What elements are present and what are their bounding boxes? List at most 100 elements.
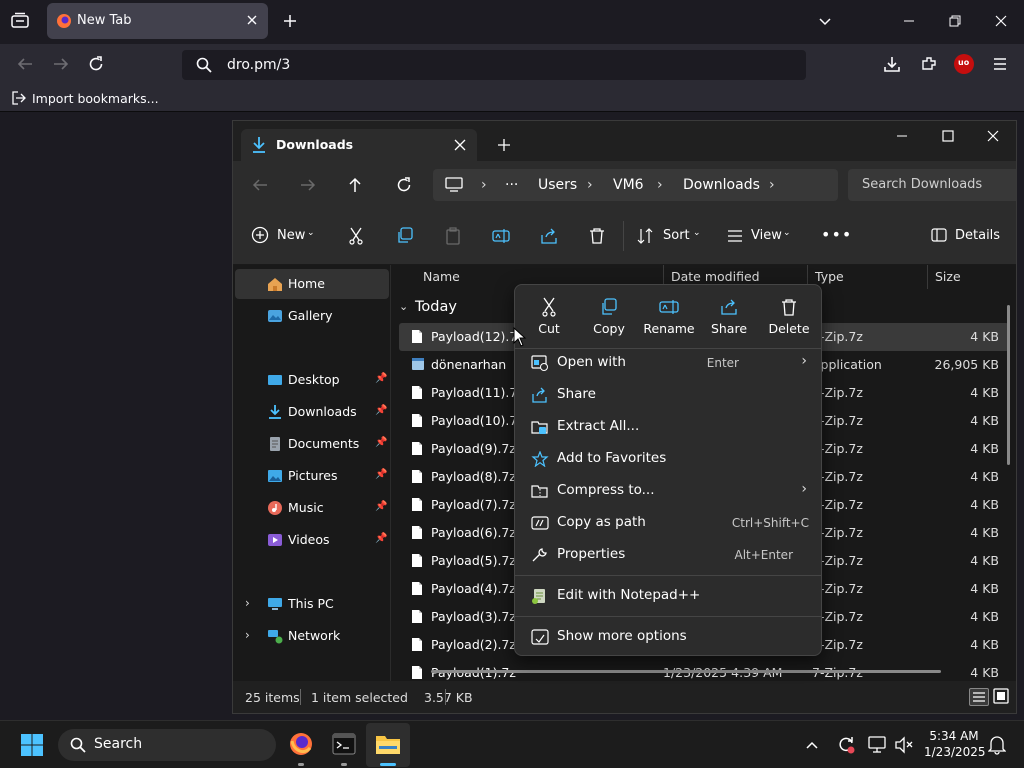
nav-item-music[interactable]: Music 📌 bbox=[235, 493, 389, 523]
delete-icon[interactable] bbox=[588, 227, 606, 245]
file-icon bbox=[411, 637, 423, 652]
copy-icon[interactable] bbox=[396, 227, 414, 245]
menu-item-edit-with-notepad[interactable]: Edit with Notepad++ bbox=[521, 580, 815, 612]
breadcrumb-users[interactable]: Users bbox=[538, 177, 577, 193]
view-button[interactable]: View ⌄ bbox=[727, 226, 797, 246]
sync-error-icon[interactable] bbox=[836, 735, 856, 755]
close-explorer-tab-icon[interactable] bbox=[453, 138, 467, 152]
new-tab-plus-icon[interactable] bbox=[282, 13, 298, 29]
vertical-scrollbar[interactable] bbox=[1007, 305, 1010, 465]
start-windows-icon[interactable] bbox=[20, 733, 44, 757]
rename-icon[interactable] bbox=[492, 227, 510, 245]
column-header-type[interactable]: Type bbox=[815, 269, 844, 284]
quick-cut-button[interactable]: Cut bbox=[519, 293, 579, 343]
quick-share-button[interactable]: Share bbox=[699, 293, 759, 343]
import-bookmarks-link[interactable]: Import bookmarks... bbox=[32, 91, 159, 106]
close-window-icon[interactable] bbox=[994, 14, 1008, 28]
expand-chevron-icon[interactable]: › bbox=[245, 596, 250, 610]
sort-button[interactable]: Sort ⌄ bbox=[637, 226, 707, 246]
taskbar-firefox-icon[interactable] bbox=[288, 731, 314, 757]
menu-hamburger-icon[interactable] bbox=[992, 56, 1008, 72]
menu-item-show-more-options[interactable]: Show more options bbox=[521, 621, 815, 653]
computer-icon bbox=[445, 177, 463, 193]
quick-delete-button[interactable]: Delete bbox=[759, 293, 819, 343]
menu-item-copy-as-path[interactable]: Copy as path Ctrl+Shift+C bbox=[521, 507, 815, 539]
list-tabs-chevron-icon[interactable] bbox=[818, 14, 832, 28]
breadcrumb-more[interactable]: ··· bbox=[505, 177, 518, 193]
notification-bell-icon[interactable] bbox=[988, 735, 1006, 755]
pin-icon: 📌 bbox=[375, 469, 388, 480]
explorer-close-icon[interactable] bbox=[986, 129, 1000, 143]
network-wired-icon[interactable] bbox=[868, 736, 888, 754]
nav-item-videos[interactable]: Videos 📌 bbox=[235, 525, 389, 555]
nav-item-documents[interactable]: Documents 📌 bbox=[235, 429, 389, 459]
explorer-address-bar[interactable]: › ··· Users › VM6 › Downloads › bbox=[433, 169, 838, 201]
file-icon bbox=[411, 497, 423, 512]
details-view-toggle[interactable] bbox=[969, 688, 989, 706]
menu-item-extract-all[interactable]: Extract All... bbox=[521, 411, 815, 443]
new-explorer-tab-plus-icon[interactable] bbox=[497, 138, 511, 152]
file-name: Payload(3).7z bbox=[431, 609, 516, 624]
column-header-name[interactable]: Name bbox=[423, 269, 460, 284]
nav-item-this-pc[interactable]: › This PC bbox=[235, 589, 389, 619]
show-hidden-icons-chevron-icon[interactable] bbox=[805, 738, 819, 752]
share-icon bbox=[532, 387, 547, 403]
nav-item-home[interactable]: Home bbox=[235, 269, 389, 299]
explorer-maximize-icon[interactable] bbox=[941, 129, 955, 143]
restore-icon[interactable] bbox=[948, 14, 962, 28]
documents-icon bbox=[270, 437, 280, 451]
menu-item-properties[interactable]: Properties Alt+Enter bbox=[521, 539, 815, 571]
explorer-refresh-icon[interactable] bbox=[395, 176, 413, 194]
back-arrow-icon[interactable] bbox=[16, 56, 34, 72]
share-icon[interactable] bbox=[540, 227, 558, 245]
nav-item-desktop[interactable]: Desktop 📌 bbox=[235, 365, 389, 395]
explorer-search-box[interactable]: Search Downloads bbox=[848, 169, 1016, 201]
menu-item-share[interactable]: Share bbox=[521, 379, 815, 411]
explorer-back-icon[interactable] bbox=[251, 177, 269, 193]
nav-item-gallery[interactable]: Gallery bbox=[235, 301, 389, 331]
ublock-extension-icon[interactable]: uo bbox=[954, 54, 974, 74]
bookmarks-bar: Import bookmarks... bbox=[0, 86, 1024, 112]
quick-copy-button[interactable]: Copy bbox=[579, 293, 639, 343]
explorer-minimize-icon[interactable] bbox=[895, 129, 909, 143]
tab-list-icon[interactable] bbox=[10, 12, 30, 30]
details-button[interactable]: Details bbox=[931, 226, 1013, 246]
nav-item-pictures[interactable]: Pictures 📌 bbox=[235, 461, 389, 491]
nav-item-downloads[interactable]: Downloads 📌 bbox=[235, 397, 389, 427]
forward-arrow-icon[interactable] bbox=[52, 56, 70, 72]
column-header-size[interactable]: Size bbox=[935, 269, 961, 284]
volume-muted-icon[interactable] bbox=[894, 736, 914, 754]
close-tab-icon[interactable] bbox=[245, 13, 259, 27]
explorer-forward-icon[interactable] bbox=[299, 177, 317, 193]
url-bar[interactable]: dro.pm/3 bbox=[182, 50, 806, 80]
column-header-date[interactable]: Date modified bbox=[671, 269, 760, 284]
file-size: 4 KB bbox=[970, 525, 999, 540]
cut-icon[interactable] bbox=[347, 227, 365, 245]
explorer-tab-downloads[interactable]: Downloads bbox=[241, 129, 477, 161]
paste-icon[interactable] bbox=[444, 227, 462, 245]
taskbar-clock[interactable]: 5:34 AM 1/23/2025 bbox=[924, 728, 986, 760]
taskbar-search-box[interactable]: Search bbox=[58, 729, 276, 761]
menu-item-add-to-favorites[interactable]: Add to Favorites bbox=[521, 443, 815, 475]
downloads-icon[interactable] bbox=[883, 55, 901, 73]
horizontal-scrollbar[interactable] bbox=[431, 670, 941, 673]
breadcrumb-downloads[interactable]: Downloads bbox=[683, 177, 760, 193]
explorer-up-icon[interactable] bbox=[347, 176, 363, 194]
more-options-icon[interactable]: ••• bbox=[821, 225, 852, 244]
cut-icon bbox=[542, 297, 556, 317]
breadcrumb-vm6[interactable]: VM6 bbox=[613, 177, 644, 193]
minimize-icon[interactable] bbox=[902, 14, 916, 28]
expand-chevron-icon[interactable]: › bbox=[245, 628, 250, 642]
reload-icon[interactable] bbox=[87, 55, 105, 73]
menu-item-open-with[interactable]: Open with Enter › bbox=[521, 347, 815, 379]
extensions-icon[interactable] bbox=[920, 55, 938, 73]
nav-item-network[interactable]: › Network bbox=[235, 621, 389, 651]
quick-rename-button[interactable]: Rename bbox=[639, 293, 699, 343]
tiles-view-toggle[interactable] bbox=[993, 688, 1011, 706]
mouse-cursor-icon bbox=[513, 327, 527, 347]
tab-new-tab[interactable]: New Tab bbox=[47, 3, 268, 39]
menu-item-compress-to[interactable]: Compress to... › bbox=[521, 475, 815, 507]
taskbar-terminal-icon[interactable] bbox=[332, 733, 356, 755]
file-icon bbox=[411, 413, 423, 428]
taskbar-file-explorer-button[interactable] bbox=[366, 723, 410, 767]
